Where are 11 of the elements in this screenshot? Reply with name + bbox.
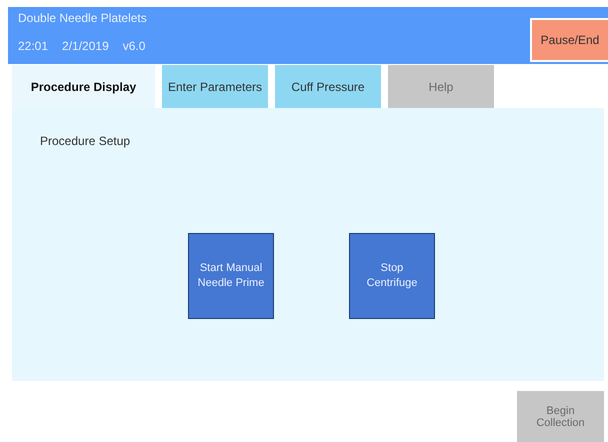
action-button[interactable]: Stop Centrifuge xyxy=(349,233,435,319)
tab[interactable]: Cuff Pressure xyxy=(275,65,381,108)
clock-time: 22:01 xyxy=(18,39,48,53)
date-text: 2/1/2019 xyxy=(62,39,109,53)
tab[interactable]: Procedure Display xyxy=(12,65,155,108)
tab[interactable]: Enter Parameters xyxy=(162,65,268,108)
action-button[interactable]: Start Manual Needle Prime xyxy=(188,233,274,319)
pause-end-button[interactable]: Pause/End xyxy=(530,18,608,62)
panel-heading: Procedure Setup xyxy=(40,134,132,148)
procedure-title: Double Needle Platelets xyxy=(18,11,147,25)
version-text: v6.0 xyxy=(122,39,146,53)
